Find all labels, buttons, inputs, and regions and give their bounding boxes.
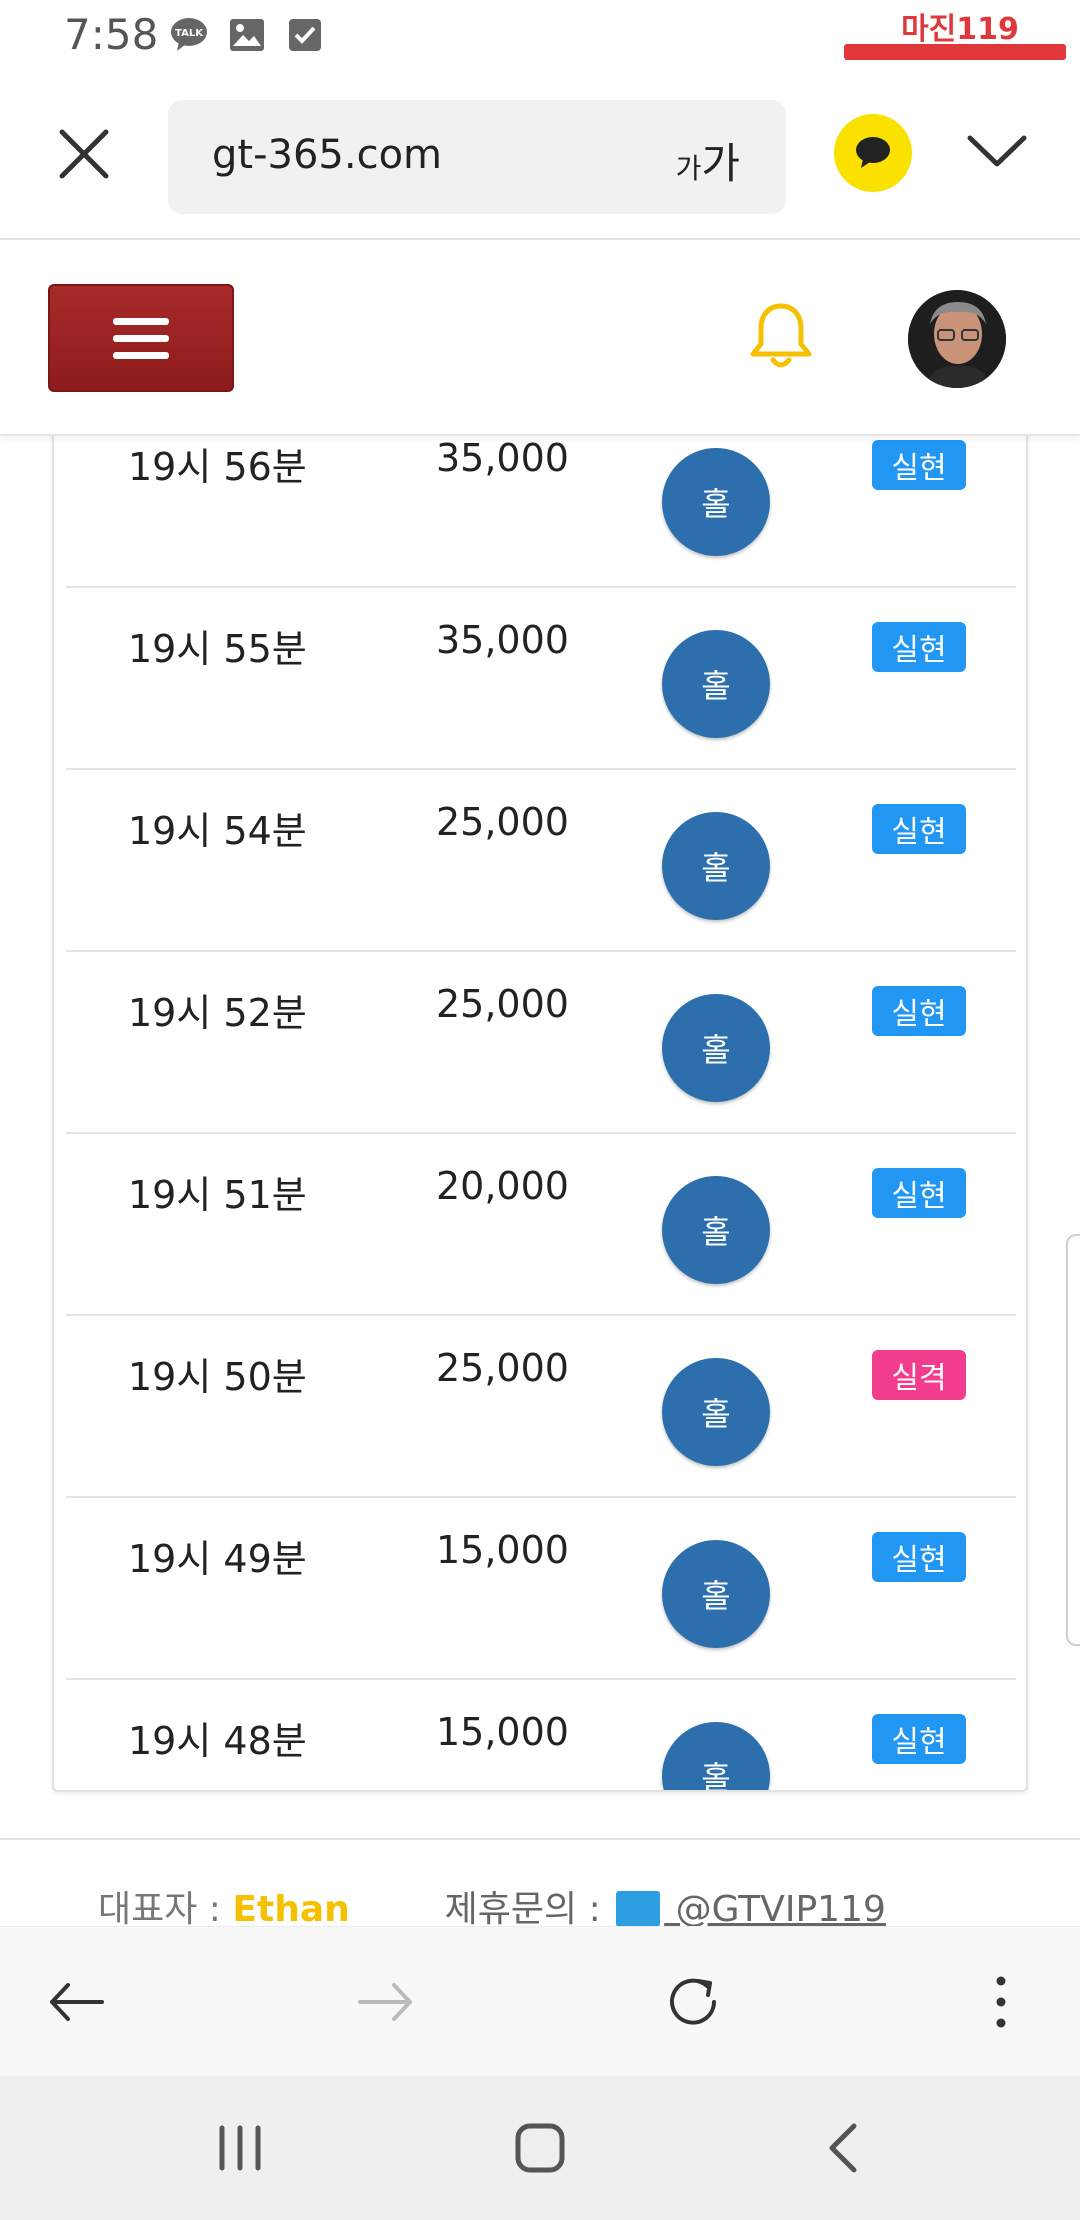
row-time: 19시 50분: [128, 1355, 307, 1399]
svg-text:TALK: TALK: [175, 28, 204, 39]
row-amount: 15,000: [436, 1528, 569, 1572]
menu-icon-bar: [113, 351, 169, 359]
back-button[interactable]: [44, 1969, 110, 2035]
footer-info: 대표자 : Ethan 제휴문의 : @GTVIP119: [98, 1880, 886, 1932]
row-time: 19시 55분: [128, 627, 307, 671]
table-row: 19시 49분 15,000 홀 실현: [66, 1498, 1016, 1680]
status-bar: 7:58 TALK 마진119: [0, 0, 1080, 72]
gallery-icon: [228, 16, 266, 54]
pick-badge: 홀: [662, 1722, 770, 1790]
row-time: 19시 48분: [128, 1719, 307, 1763]
expand-toolbar-button[interactable]: [962, 122, 1032, 182]
site-header: [0, 240, 1080, 436]
hamburger-menu-button[interactable]: [48, 284, 234, 392]
row-time: 19시 52분: [128, 991, 307, 1035]
result-badge: 실현: [872, 1168, 966, 1218]
row-amount: 25,000: [436, 982, 569, 1026]
row-amount: 35,000: [436, 436, 569, 480]
table-row: 19시 56분 35,000 홀 실현: [66, 436, 1016, 588]
pick-badge: 홀: [662, 812, 770, 920]
row-time: 19시 51분: [128, 1173, 307, 1217]
close-icon: [59, 129, 109, 179]
recent-apps-icon: [219, 2125, 261, 2171]
pick-badge: 홀: [662, 630, 770, 738]
home-icon: [515, 2123, 565, 2173]
table-row: 19시 52분 25,000 홀 실현: [66, 952, 1016, 1134]
table-row: 19시 50분 25,000 홀 실격: [66, 1316, 1016, 1498]
table-row: 19시 51분 20,000 홀 실현: [66, 1134, 1016, 1316]
row-time: 19시 54분: [128, 809, 307, 853]
brand-logo: 마진119: [840, 8, 1070, 64]
svg-text:마진119: 마진119: [901, 12, 1019, 47]
user-avatar[interactable]: [908, 290, 1006, 388]
row-time: 19시 56분: [128, 445, 307, 489]
telegram-icon: [616, 1891, 661, 1927]
telegram-link[interactable]: @GTVIP119: [664, 1889, 886, 1930]
kakao-chat-button[interactable]: [834, 114, 912, 192]
scrollbar-handle[interactable]: [1066, 1234, 1080, 1646]
browser-bar: gt-365.com 가가: [0, 72, 1080, 240]
browser-toolbar: [0, 1926, 1080, 2076]
pick-badge: 홀: [662, 448, 770, 556]
home-button[interactable]: [508, 2116, 572, 2180]
row-amount: 25,000: [436, 800, 569, 844]
pick-badge: 홀: [662, 1176, 770, 1284]
menu-icon-bar: [113, 334, 169, 342]
notification-button[interactable]: [748, 300, 814, 374]
close-tab-button[interactable]: [52, 122, 116, 186]
status-time: 7:58: [64, 10, 159, 59]
pick-badge: 홀: [662, 1540, 770, 1648]
talk-icon: TALK: [170, 16, 208, 54]
results-section: 19시 56분 35,000 홀 실현 19시 55분 35,000 홀 실현 …: [0, 436, 1080, 1926]
reload-icon: [670, 1978, 716, 2025]
row-time: 19시 49분: [128, 1537, 307, 1581]
notification-icons: TALK: [170, 16, 324, 54]
chevron-left-icon: [829, 2123, 857, 2173]
forward-button[interactable]: [352, 1969, 418, 2035]
table-row: 19시 48분 15,000 홀 실현: [66, 1680, 1016, 1790]
recent-apps-button[interactable]: [208, 2116, 272, 2180]
rep-name: Ethan: [232, 1889, 350, 1930]
row-amount: 35,000: [436, 618, 569, 662]
arrow-left-icon: [50, 1983, 104, 2021]
more-vertical-icon: [996, 1976, 1006, 2028]
avatar-image: [908, 290, 1006, 388]
chevron-down-icon: [967, 135, 1027, 167]
url-text: gt-365.com: [212, 132, 442, 178]
arrow-right-icon: [358, 1983, 412, 2021]
pick-badge: 홀: [662, 994, 770, 1102]
chat-bubble-icon: [856, 137, 890, 168]
text-size-button[interactable]: 가가: [676, 130, 740, 191]
result-badge: 실현: [872, 622, 966, 672]
row-amount: 15,000: [436, 1710, 569, 1754]
table-row: 19시 55분 35,000 홀 실현: [66, 588, 1016, 770]
system-nav-bar: [0, 2076, 1080, 2220]
result-badge: 실현: [872, 804, 966, 854]
result-badge: 실현: [872, 1714, 966, 1764]
system-back-button[interactable]: [812, 2116, 876, 2180]
results-table: 19시 56분 35,000 홀 실현 19시 55분 35,000 홀 실현 …: [52, 436, 1028, 1792]
rep-label: 대표자 :: [98, 1889, 221, 1930]
result-badge: 실격: [872, 1350, 966, 1400]
result-badge: 실현: [872, 986, 966, 1036]
footer-divider: [0, 1838, 1080, 1840]
table-row: 19시 54분 25,000 홀 실현: [66, 770, 1016, 952]
result-badge: 실현: [872, 440, 966, 490]
reload-button[interactable]: [660, 1969, 726, 2035]
contact-label: 제휴문의 :: [444, 1889, 601, 1930]
more-options-button[interactable]: [968, 1969, 1034, 2035]
checkbox-icon: [286, 16, 324, 54]
pick-badge: 홀: [662, 1358, 770, 1466]
text-size-large: 가: [701, 139, 740, 188]
menu-icon-bar: [113, 317, 169, 325]
text-size-small: 가: [675, 152, 702, 185]
result-badge: 실현: [872, 1532, 966, 1582]
row-amount: 20,000: [436, 1164, 569, 1208]
address-bar[interactable]: gt-365.com 가가: [168, 100, 786, 214]
bell-icon: [750, 303, 812, 368]
row-amount: 25,000: [436, 1346, 569, 1390]
